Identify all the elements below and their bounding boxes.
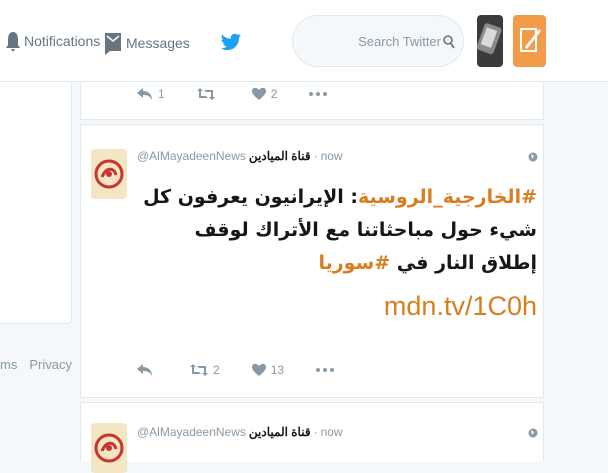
more-button[interactable] <box>309 92 328 96</box>
tweet-time[interactable]: now <box>321 425 343 439</box>
globe-icon[interactable] <box>528 151 538 163</box>
more-dot <box>323 368 328 372</box>
almayadeen-logo[interactable] <box>91 149 127 199</box>
tweet-time[interactable]: now <box>321 149 343 163</box>
tweet-handle[interactable]: @AlMayadeenNews <box>137 149 246 163</box>
reply-button[interactable]: 1 <box>137 87 165 101</box>
messages-label: Messages <box>126 35 190 51</box>
search-placeholder[interactable]: Search Twitter <box>358 34 441 49</box>
almayadeen-logo-icon <box>94 433 124 463</box>
heart-icon <box>251 87 266 100</box>
twitter-logo[interactable] <box>220 28 242 61</box>
avatar-image-icon <box>477 23 502 55</box>
bell-icon <box>6 32 20 52</box>
tweet-card-next[interactable]: @AlMayadeenNews قناة الميادين · now <box>80 402 544 473</box>
footer-link-privacy[interactable]: Privacy <box>29 357 72 372</box>
more-dot <box>330 368 335 372</box>
more-button[interactable] <box>316 368 335 372</box>
quill-icon <box>520 28 541 52</box>
reply-count: 1 <box>158 87 165 101</box>
more-dot <box>316 368 321 372</box>
hashtag-link[interactable]: #الخارجية_الروسية <box>358 186 537 208</box>
like-button[interactable]: 13 <box>251 363 285 377</box>
profile-card <box>0 82 72 324</box>
heart-icon <box>251 363 266 376</box>
tweet-header: @AlMayadeenNews قناة الميادين · now <box>137 149 343 163</box>
compose-tweet-button[interactable] <box>513 15 546 67</box>
more-dot <box>323 92 328 96</box>
retweet-button[interactable] <box>196 87 220 101</box>
tweet-header: @AlMayadeenNews قناة الميادين · now <box>137 425 343 439</box>
tweet-handle[interactable]: @AlMayadeenNews <box>137 425 246 439</box>
tweet-separator: · <box>313 425 318 439</box>
globe-icon[interactable] <box>528 427 538 439</box>
tweet-actions: 2 13 <box>137 360 366 380</box>
tweet-card-previous[interactable]: 1 2 <box>80 82 544 120</box>
hashtag-link[interactable]: #سوريا <box>318 252 390 274</box>
nav-notifications[interactable]: Notifications <box>6 30 100 52</box>
tweet-actions: 1 2 <box>137 84 359 104</box>
retweet-button[interactable]: 2 <box>190 363 220 377</box>
footer-links: ms Privacy <box>0 357 72 372</box>
more-dot <box>309 92 314 96</box>
reply-button[interactable] <box>137 363 158 377</box>
tweet-display-name[interactable]: قناة الميادين <box>249 149 311 163</box>
tweet-text: #الخارجية_الروسية: الإيرانيون يعرفون كل … <box>137 181 537 280</box>
reply-icon <box>137 88 152 100</box>
tweet-card[interactable]: @AlMayadeenNews قناة الميادين · now #الخ… <box>80 124 544 398</box>
retweet-count: 2 <box>213 363 220 377</box>
search-box[interactable]: Search Twitter <box>292 15 464 67</box>
tweet-stream: 1 2 @AlMayadeenNews قناة الميادين · now … <box>80 82 544 473</box>
reply-icon <box>137 364 152 376</box>
more-dot <box>316 92 321 96</box>
footer-link-terms[interactable]: ms <box>0 357 17 372</box>
user-avatar[interactable] <box>477 15 503 67</box>
nav-messages[interactable]: Messages <box>104 30 190 56</box>
retweet-icon <box>196 88 215 100</box>
tweet-url[interactable]: mdn.tv/1C0h <box>137 291 537 322</box>
tweet-display-name[interactable]: قناة الميادين <box>249 425 311 439</box>
almayadeen-logo-icon <box>94 159 124 189</box>
twitter-bird-icon <box>220 33 242 51</box>
envelope-icon <box>105 33 121 55</box>
retweet-icon <box>190 364 208 376</box>
search-icon[interactable] <box>443 35 455 49</box>
almayadeen-logo[interactable] <box>91 423 127 473</box>
like-count: 2 <box>270 87 278 101</box>
notifications-label: Notifications <box>24 33 101 49</box>
like-count: 13 <box>270 363 285 377</box>
like-button[interactable]: 2 <box>251 87 278 101</box>
tweet-separator: · <box>313 149 318 163</box>
top-bar: Notifications Messages Search Twitter <box>0 0 608 82</box>
